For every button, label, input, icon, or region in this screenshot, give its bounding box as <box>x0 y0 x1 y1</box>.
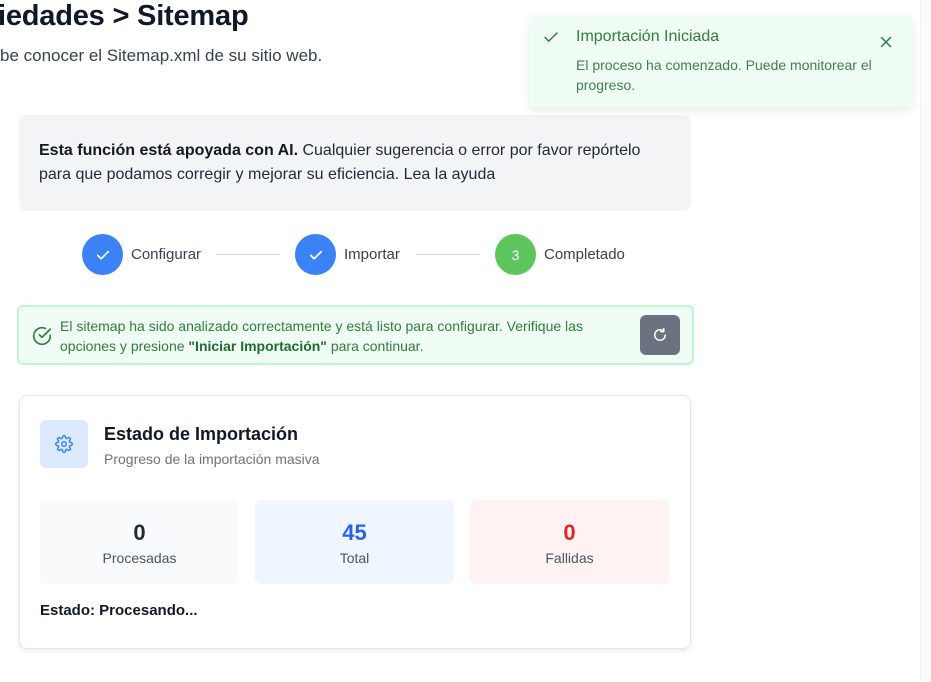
stat-failed-value: 0 <box>563 520 576 545</box>
step-number: 3 <box>511 246 520 263</box>
step-completado-circle: 3 <box>495 234 536 275</box>
stat-processed-value: 0 <box>133 520 146 545</box>
card-title: Estado de Importación <box>104 424 299 444</box>
step-connector <box>216 254 280 255</box>
stat-processed-label: Procesadas <box>102 550 177 566</box>
step-connector <box>416 254 480 255</box>
page-title: iedades > Sitemap <box>0 0 249 32</box>
ai-notice-bold: Esta función está apoyada con AI. <box>39 142 299 159</box>
step-configurar-circle <box>82 234 123 275</box>
import-status-text: Estado: Procesando... <box>40 602 198 619</box>
step-importar-circle <box>295 234 336 275</box>
step-completado-label: Completado <box>544 246 625 263</box>
alert-highlight: "Iniciar Importación" <box>188 338 327 354</box>
stat-failed-label: Fallidas <box>545 550 594 566</box>
refresh-icon <box>654 327 666 341</box>
close-icon[interactable] <box>877 33 895 51</box>
alert-message: El sitemap ha sido analizado correctamen… <box>60 316 630 356</box>
refresh-button[interactable] <box>640 315 680 355</box>
card-subtitle: Progreso de la importación masiva <box>104 451 320 467</box>
toast-body: El proceso ha comenzado. Puede monitorea… <box>576 57 872 93</box>
stat-total-value: 45 <box>342 520 367 545</box>
page-subtitle: be conocer el Sitemap.xml de su sitio we… <box>0 46 323 65</box>
stat-failed: 0 Fallidas <box>470 500 669 584</box>
import-status-card: Estado de Importación Progreso de la imp… <box>19 395 691 649</box>
scrollbar-track[interactable] <box>920 0 931 682</box>
card-icon-box <box>40 420 88 468</box>
check-icon <box>544 32 558 42</box>
toast-notification: Importación Iniciada El proceso ha comen… <box>529 15 913 107</box>
step-importar-label: Importar <box>344 246 400 263</box>
stat-total: 45 Total <box>255 500 454 584</box>
stepper: Configurar Importar 3 Completado <box>0 234 700 276</box>
success-alert: El sitemap ha sido analizado correctamen… <box>17 305 694 365</box>
check-icon <box>96 250 109 260</box>
page: iedades > Sitemap be conocer el Sitemap.… <box>0 0 931 682</box>
toast-title: Importación Iniciada <box>576 28 720 45</box>
check-circle-icon <box>32 327 52 345</box>
help-link[interactable]: Lea la ayuda <box>399 166 496 183</box>
step-configurar-label: Configurar <box>131 246 202 263</box>
check-icon <box>309 250 322 260</box>
ai-notice: Esta función está apoyada con AI. Cualqu… <box>19 115 691 211</box>
stat-total-label: Total <box>339 550 370 566</box>
stat-processed: 0 Procesadas <box>40 500 239 584</box>
gear-icon <box>55 435 73 453</box>
alert-text-end: para continuar. <box>326 338 424 354</box>
